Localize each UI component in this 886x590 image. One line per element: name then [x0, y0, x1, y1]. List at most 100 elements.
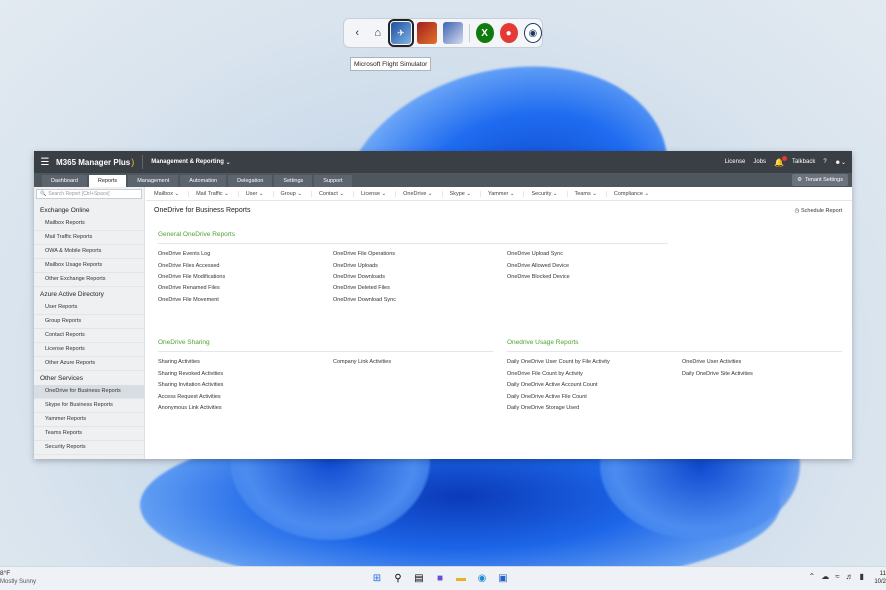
sidebar-item[interactable]: Yammer Reports — [34, 413, 144, 427]
sidebar-item[interactable]: Mailbox Usage Reports — [34, 259, 144, 273]
schedule-report-button[interactable]: ◷ Schedule Report — [795, 208, 842, 214]
sidebar-item[interactable]: License Reports — [34, 343, 144, 357]
file-explorer-icon[interactable]: ▬ — [454, 571, 468, 585]
bell-icon[interactable]: 🔔 — [774, 155, 787, 167]
report-link[interactable]: Sharing Activities — [158, 359, 200, 365]
filter-user[interactable]: User ⌄ — [246, 190, 274, 197]
sidebar-item-onedrive[interactable]: OneDrive for Business Reports — [34, 385, 144, 399]
home-icon[interactable]: ⌂ — [370, 27, 384, 39]
sidebar-item[interactable]: Contact Reports — [34, 329, 144, 343]
sidebar-group-exchange[interactable]: Exchange Online — [34, 203, 144, 217]
chevron-up-icon[interactable]: ⌃ — [809, 572, 816, 581]
report-link[interactable]: OneDrive File Modifications — [158, 274, 225, 280]
report-link[interactable]: Access Request Activities — [158, 394, 221, 400]
edge-browser-icon[interactable]: ◉ — [475, 571, 489, 585]
steam-icon[interactable]: ◉ — [523, 23, 542, 43]
user-icon[interactable]: ☻⌄ — [835, 159, 846, 166]
system-tray: ⌃ ☁ ≈ ♬ ▮ — [809, 572, 865, 581]
xbox-icon[interactable]: X — [475, 23, 494, 43]
sidebar-item[interactable]: Skype for Business Reports — [34, 399, 144, 413]
chat-icon[interactable]: ■ — [433, 571, 447, 585]
report-link[interactable]: OneDrive Download Sync — [333, 297, 396, 303]
tab-support[interactable]: Support — [314, 175, 352, 187]
wifi-icon[interactable]: ≈ — [835, 572, 839, 581]
flight-simulator-tile[interactable]: ✈ — [387, 19, 414, 47]
report-link[interactable]: OneDrive Events Log — [158, 251, 210, 257]
ea-icon[interactable]: ● — [499, 23, 518, 43]
report-link[interactable]: Company Link Activities — [333, 359, 391, 365]
sidebar-item[interactable]: Other Exchange Reports — [34, 273, 144, 287]
report-link[interactable]: OneDrive Allowed Device — [507, 263, 569, 269]
filter-group[interactable]: Group ⌄ — [281, 190, 312, 197]
filter-skype[interactable]: Skype ⌄ — [450, 190, 481, 197]
help-link[interactable]: ? — [823, 159, 826, 165]
report-link[interactable]: Daily OneDrive Active File Count — [507, 394, 587, 400]
report-link[interactable]: Daily OneDrive Active Account Count — [507, 382, 598, 388]
top-links: License Jobs 🔔 Talkback ? ☻⌄ — [725, 151, 846, 173]
report-link[interactable]: OneDrive Files Accessed — [158, 263, 219, 269]
tab-settings[interactable]: Settings — [274, 175, 313, 187]
filter-compliance[interactable]: Compliance ⌄ — [614, 191, 658, 197]
windows-start-icon[interactable]: ⊞ — [370, 571, 384, 585]
filter-mail-traffic[interactable]: Mail Traffic ⌄ — [196, 190, 239, 197]
report-link[interactable]: Daily OneDrive Storage Used — [507, 405, 579, 411]
sidebar-item[interactable]: Group Reports — [34, 315, 144, 329]
task-view-icon[interactable]: ▤ — [412, 571, 426, 585]
menu-icon[interactable]: ☰ — [34, 157, 56, 168]
search-input[interactable]: 🔍 Search Report [Ctrl+Space] — [36, 189, 142, 199]
filter-teams[interactable]: Teams ⌄ — [575, 190, 607, 197]
report-link[interactable]: OneDrive Upload Sync — [507, 251, 563, 257]
report-link[interactable]: OneDrive Uploads — [333, 263, 378, 269]
tab-management[interactable]: Management — [128, 175, 179, 187]
sidebar-item[interactable]: Other Azure Reports — [34, 357, 144, 371]
sidebar-item[interactable]: User Reports — [34, 301, 144, 315]
tab-delegation[interactable]: Delegation — [228, 175, 273, 187]
sidebar-group-azure[interactable]: Azure Active Directory — [34, 287, 144, 301]
report-link[interactable]: Sharing Invitation Activities — [158, 382, 223, 388]
report-link[interactable]: OneDrive Downloads — [333, 274, 385, 280]
tab-automation[interactable]: Automation — [180, 175, 227, 187]
report-link[interactable]: Daily OneDrive Site Activities — [682, 371, 753, 377]
filter-security[interactable]: Security ⌄ — [531, 190, 568, 197]
game-tile[interactable] — [416, 22, 437, 44]
battery-icon[interactable]: ▮ — [860, 572, 864, 581]
taskbar: 8°F Mostly Sunny ⊞ ⚲ ▤ ■ ▬ ◉ ▣ ⌃ ☁ ≈ ♬ ▮… — [0, 566, 886, 590]
filter-license[interactable]: License ⌄ — [361, 190, 397, 197]
management-menu[interactable]: Management & Reporting — [151, 159, 224, 165]
clock[interactable]: 11 10/2 — [874, 570, 886, 586]
volume-icon[interactable]: ♬ — [846, 572, 854, 581]
sidebar-item[interactable]: Mailbox Reports — [34, 217, 144, 231]
report-link[interactable]: OneDrive User Activities — [682, 359, 741, 365]
search-icon[interactable]: ⚲ — [391, 571, 405, 585]
report-link[interactable]: OneDrive File Movement — [158, 297, 219, 303]
filter-onedrive[interactable]: OneDrive ⌄ — [403, 190, 443, 197]
cloud-icon[interactable]: ☁ — [821, 572, 829, 581]
filter-mailbox[interactable]: Mailbox ⌄ — [154, 190, 190, 197]
app-window: ☰ M365 Manager Plus ) Management & Repor… — [34, 151, 852, 459]
report-link[interactable]: Anonymous Link Activities — [158, 405, 222, 411]
report-link[interactable]: OneDrive Renamed Files — [158, 285, 220, 291]
tenant-settings-button[interactable]: ⚙ Tenant Settings — [792, 174, 848, 186]
weather-widget[interactable]: 8°F Mostly Sunny — [0, 570, 36, 586]
talkback-link[interactable]: Talkback — [792, 159, 815, 165]
report-link[interactable]: OneDrive Deleted Files — [333, 285, 390, 291]
store-icon[interactable]: ▣ — [496, 571, 510, 585]
game-tile[interactable] — [442, 22, 463, 44]
report-link[interactable]: OneDrive Blocked Device — [507, 274, 570, 280]
filter-yammer[interactable]: Yammer ⌄ — [488, 190, 525, 197]
report-link[interactable]: Sharing Revoked Activities — [158, 371, 223, 377]
report-link[interactable]: OneDrive File Operations — [333, 251, 395, 257]
license-link[interactable]: License — [725, 159, 746, 165]
sidebar-item[interactable]: Teams Reports — [34, 427, 144, 441]
tab-dashboard[interactable]: Dashboard — [42, 175, 87, 187]
sidebar-item[interactable]: Security Reports — [34, 441, 144, 455]
sidebar-item[interactable]: OWA & Mobile Reports — [34, 245, 144, 259]
report-link[interactable]: Daily OneDrive User Count by File Activi… — [507, 359, 610, 365]
chevron-left-icon[interactable]: ‹ — [350, 27, 364, 39]
jobs-link[interactable]: Jobs — [753, 159, 766, 165]
sidebar-group-other[interactable]: Other Services — [34, 371, 144, 385]
report-link[interactable]: OneDrive File Count by Activity — [507, 371, 583, 377]
filter-contact[interactable]: Contact ⌄ — [319, 190, 355, 197]
sidebar-item[interactable]: Mail Traffic Reports — [34, 231, 144, 245]
tab-reports[interactable]: Reports — [88, 175, 127, 187]
